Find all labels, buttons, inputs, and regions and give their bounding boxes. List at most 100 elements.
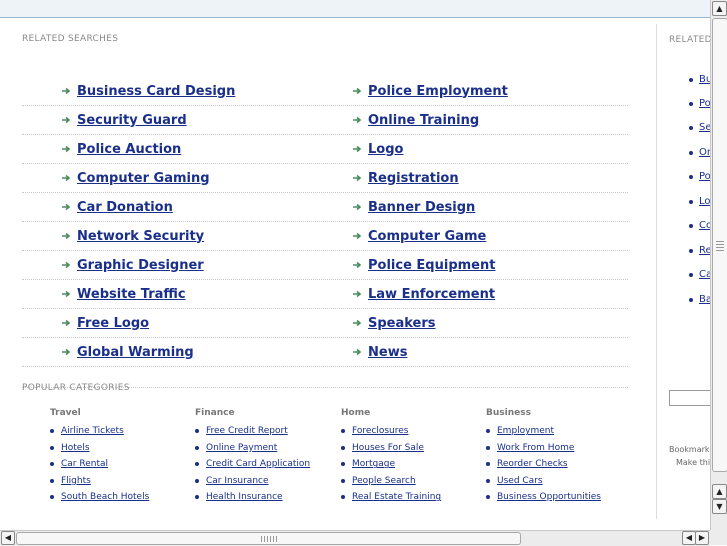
category-item[interactable]: Reorder Checks [486, 456, 626, 473]
triangle-right-icon[interactable]: ▶ [695, 531, 709, 545]
category-item[interactable]: Credit Card Application [195, 456, 335, 473]
search-link[interactable]: Graphic Designer [77, 258, 204, 273]
search-link[interactable]: Police Employment [368, 84, 508, 99]
category-item[interactable]: Car Rental [50, 456, 190, 473]
category-item[interactable]: Used Cars [486, 473, 626, 490]
category-link[interactable]: Business Opportunities [497, 492, 601, 502]
search-item[interactable]: News [351, 343, 407, 361]
right-sidebar-item[interactable]: Po [689, 171, 711, 182]
category-link[interactable]: Online Payment [206, 443, 277, 453]
search-item[interactable]: Police Employment [351, 82, 508, 100]
search-link[interactable]: Computer Game [368, 229, 486, 244]
category-link[interactable]: Car Insurance [206, 476, 269, 486]
triangle-left-icon[interactable]: ◀ [682, 531, 696, 545]
right-sidebar-item[interactable]: Lo [689, 196, 711, 207]
category-link[interactable]: Flights [61, 476, 91, 486]
search-item[interactable]: Computer Gaming [60, 169, 210, 187]
search-item[interactable]: Business Card Design [60, 82, 235, 100]
search-item[interactable]: Network Security [60, 227, 204, 245]
category-item[interactable]: Employment [486, 423, 626, 440]
search-link[interactable]: Network Security [77, 229, 204, 244]
category-link[interactable]: Real Estate Training [352, 492, 441, 502]
search-link[interactable]: Registration [368, 171, 459, 186]
right-sidebar-item[interactable]: Po [689, 98, 711, 109]
horizontal-scrollbar[interactable]: ◀ ◀ ▶ [0, 530, 710, 546]
category-item[interactable]: Houses For Sale [341, 440, 481, 457]
category-link[interactable]: Used Cars [497, 476, 543, 486]
triangle-down-icon[interactable]: ▼ [712, 499, 727, 514]
search-link[interactable]: News [368, 345, 407, 360]
right-sidebar-link[interactable]: Lo [699, 196, 711, 207]
search-item[interactable]: Global Warming [60, 343, 194, 361]
search-link[interactable]: Global Warming [77, 345, 194, 360]
search-link[interactable]: Speakers [368, 316, 436, 331]
right-sidebar-item[interactable]: Bu [689, 74, 711, 85]
vertical-scroll-thumb[interactable] [712, 18, 727, 472]
right-sidebar-item[interactable]: Co [689, 220, 711, 231]
category-link[interactable]: Airline Tickets [61, 426, 124, 436]
category-item[interactable]: Business Opportunities [486, 489, 626, 506]
search-item[interactable]: Registration [351, 169, 459, 187]
search-item[interactable]: Law Enforcement [351, 285, 495, 303]
search-link[interactable]: Website Traffic [77, 287, 186, 302]
horizontal-scroll-thumb[interactable] [16, 532, 521, 545]
category-item[interactable]: Work From Home [486, 440, 626, 457]
vertical-scrollbar[interactable]: ▲ ▲ ▼ [710, 0, 727, 530]
triangle-up-icon[interactable]: ▲ [712, 484, 727, 499]
search-link[interactable]: Car Donation [77, 200, 173, 215]
search-link[interactable]: Logo [368, 142, 403, 157]
triangle-left-icon[interactable]: ◀ [1, 531, 15, 545]
category-link[interactable]: Health Insurance [206, 492, 283, 502]
category-item[interactable]: Real Estate Training [341, 489, 481, 506]
search-item[interactable]: Graphic Designer [60, 256, 204, 274]
category-item[interactable]: People Search [341, 473, 481, 490]
search-link[interactable]: Online Training [368, 113, 479, 128]
category-item[interactable]: Free Credit Report [195, 423, 335, 440]
category-link[interactable]: Hotels [61, 443, 90, 453]
search-item[interactable]: Logo [351, 140, 403, 158]
search-link[interactable]: Police Auction [77, 142, 181, 157]
category-link[interactable]: Work From Home [497, 443, 574, 453]
category-link[interactable]: Houses For Sale [352, 443, 424, 453]
right-sidebar-item[interactable]: Ca [689, 269, 711, 280]
search-item[interactable]: Free Logo [60, 314, 149, 332]
search-item[interactable]: Speakers [351, 314, 436, 332]
category-link[interactable]: Free Credit Report [206, 426, 288, 436]
right-sidebar-item[interactable]: Se [689, 122, 711, 133]
search-item[interactable]: Website Traffic [60, 285, 186, 303]
right-sidebar-item[interactable]: Ba [689, 294, 711, 305]
bookmark-input[interactable] [669, 390, 711, 406]
right-sidebar-item[interactable]: On [689, 147, 711, 158]
category-item[interactable]: Hotels [50, 440, 190, 457]
category-link[interactable]: Credit Card Application [206, 459, 310, 469]
category-item[interactable]: Foreclosures [341, 423, 481, 440]
category-item[interactable]: Airline Tickets [50, 423, 190, 440]
search-link[interactable]: Law Enforcement [368, 287, 495, 302]
triangle-up-icon[interactable]: ▲ [712, 1, 727, 16]
search-item[interactable]: Car Donation [60, 198, 173, 216]
category-item[interactable]: Health Insurance [195, 489, 335, 506]
search-item[interactable]: Police Auction [60, 140, 181, 158]
search-item[interactable]: Online Training [351, 111, 479, 129]
category-link[interactable]: Reorder Checks [497, 459, 568, 469]
category-item[interactable]: Online Payment [195, 440, 335, 457]
category-link[interactable]: Employment [497, 426, 554, 436]
category-link[interactable]: South Beach Hotels [61, 492, 149, 502]
search-item[interactable]: Banner Design [351, 198, 475, 216]
category-item[interactable]: South Beach Hotels [50, 489, 190, 506]
category-link[interactable]: Car Rental [61, 459, 108, 469]
search-item[interactable]: Computer Game [351, 227, 486, 245]
search-link[interactable]: Security Guard [77, 113, 187, 128]
search-link[interactable]: Free Logo [77, 316, 149, 331]
search-item[interactable]: Security Guard [60, 111, 187, 129]
category-item[interactable]: Car Insurance [195, 473, 335, 490]
category-item[interactable]: Mortgage [341, 456, 481, 473]
search-item[interactable]: Police Equipment [351, 256, 495, 274]
category-link[interactable]: Mortgage [352, 459, 395, 469]
search-link[interactable]: Business Card Design [77, 84, 235, 99]
search-link[interactable]: Computer Gaming [77, 171, 210, 186]
search-link[interactable]: Banner Design [368, 200, 475, 215]
category-item[interactable]: Flights [50, 473, 190, 490]
right-sidebar-item[interactable]: Re [689, 245, 711, 256]
search-link[interactable]: Police Equipment [368, 258, 495, 273]
